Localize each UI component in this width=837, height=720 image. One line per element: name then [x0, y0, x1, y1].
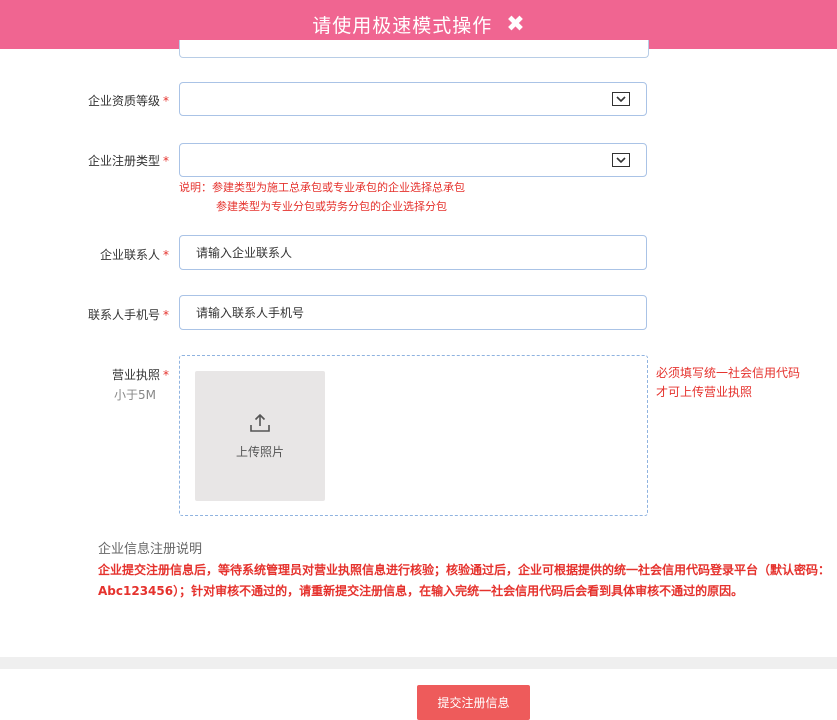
phone-input[interactable]: 请输入联系人手机号	[179, 295, 647, 330]
license-label: 营业执照 *	[111, 368, 169, 382]
required-mark: *	[163, 248, 169, 262]
registration-type-select[interactable]	[179, 143, 647, 177]
required-mark: *	[163, 368, 169, 382]
contact-input[interactable]: 请输入企业联系人	[179, 235, 647, 270]
registration-type-note-2: 参建类型为专业分包或劳务分包的企业选择分包	[216, 200, 447, 213]
chevron-down-icon[interactable]	[612, 153, 630, 167]
previous-field[interactable]	[179, 40, 649, 58]
qualification-label: 企业资质等级 *	[87, 94, 169, 108]
required-mark: *	[163, 154, 169, 168]
registration-type-note-1: 说明：参建类型为施工总承包或专业承包的企业选择总承包	[179, 181, 465, 194]
upload-photo-label: 上传照片	[235, 444, 284, 459]
required-mark: *	[163, 94, 169, 108]
upload-icon	[250, 413, 270, 432]
required-mark: *	[163, 308, 169, 322]
phone-label: 联系人手机号 *	[87, 308, 169, 322]
submit-registration-button[interactable]: 提交注册信息	[417, 685, 530, 720]
close-icon[interactable]: ✖	[506, 13, 524, 36]
license-size-hint: 小于5M	[114, 388, 156, 402]
footer-divider	[0, 657, 837, 669]
banner-title: 请使用极速模式操作	[312, 15, 493, 37]
contact-label: 企业联系人 *	[99, 248, 169, 262]
registration-type-label: 企业注册类型 *	[87, 154, 169, 168]
info-text: 企业提交注册信息后，等待系统管理员对营业执照信息进行核验；核验通过后，企业可根据…	[98, 563, 831, 598]
license-upload-area[interactable]: 上传照片	[179, 355, 648, 516]
chevron-down-icon[interactable]	[612, 92, 630, 106]
license-side-note: 必须填写统一社会信用代码 才可上传营业执照	[656, 366, 801, 399]
upload-photo-button[interactable]: 上传照片	[195, 371, 325, 501]
qualification-select[interactable]	[179, 82, 647, 116]
info-title: 企业信息注册说明	[98, 542, 203, 557]
